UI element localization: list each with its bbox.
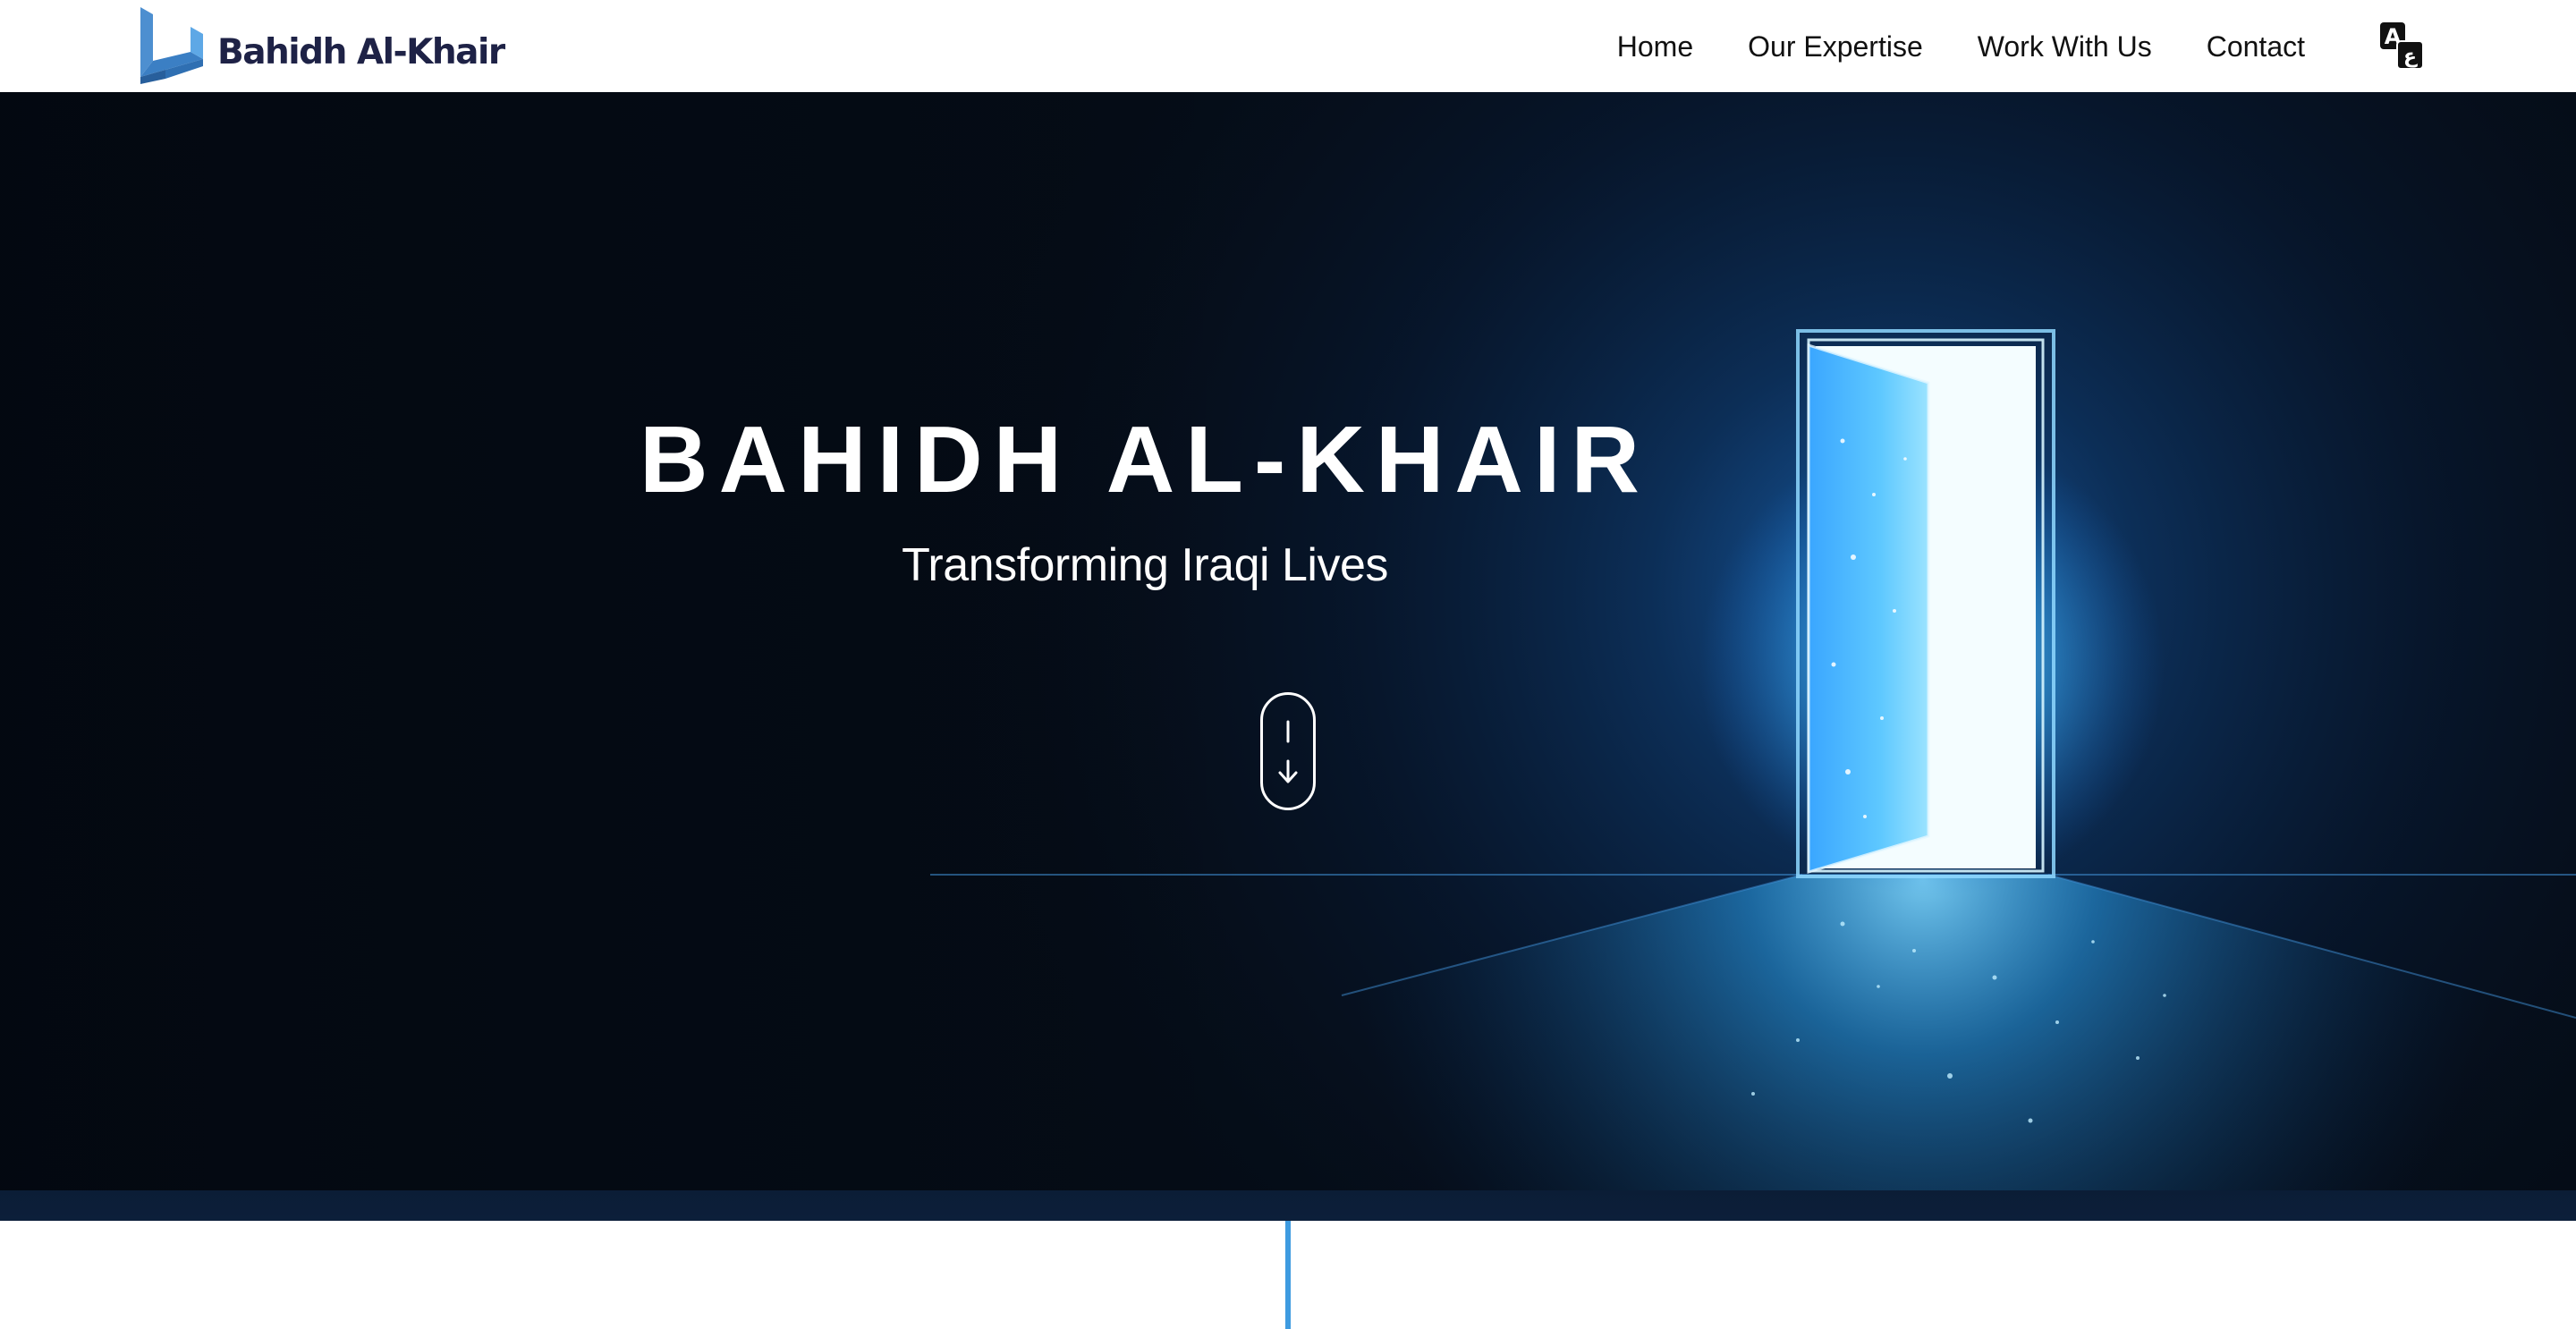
nav-home[interactable]: Home bbox=[1617, 32, 1693, 61]
site-header: Bahidh Al-Khair Home Our Expertise Work … bbox=[0, 0, 2576, 92]
scroll-down-button[interactable] bbox=[1260, 692, 1316, 810]
nav-our-expertise[interactable]: Our Expertise bbox=[1748, 32, 1923, 61]
brand-name: Bahidh Al-Khair bbox=[217, 31, 505, 72]
hero-section: BAHIDH AL-KHAIR Transforming Iraqi Lives bbox=[0, 92, 2576, 1221]
hero-subtitle: Transforming Iraqi Lives bbox=[902, 539, 1388, 591]
nav-work-with-us[interactable]: Work With Us bbox=[1978, 32, 2152, 61]
logo-home-link[interactable]: Bahidh Al-Khair bbox=[139, 5, 505, 86]
logo-mark-icon bbox=[140, 7, 203, 84]
scroll-down-arrow-icon bbox=[1278, 720, 1298, 783]
section-connector-line bbox=[1285, 1221, 1291, 1329]
hero-door-illustration bbox=[0, 92, 2576, 1221]
hero-title: BAHIDH AL-KHAIR bbox=[640, 407, 1650, 512]
translate-icon[interactable]: A ع bbox=[2379, 21, 2424, 70]
main-nav: Home Our Expertise Work With Us Contact bbox=[1617, 0, 2305, 92]
nav-contact[interactable]: Contact bbox=[2207, 32, 2305, 61]
svg-text:ع: ع bbox=[2403, 46, 2418, 68]
